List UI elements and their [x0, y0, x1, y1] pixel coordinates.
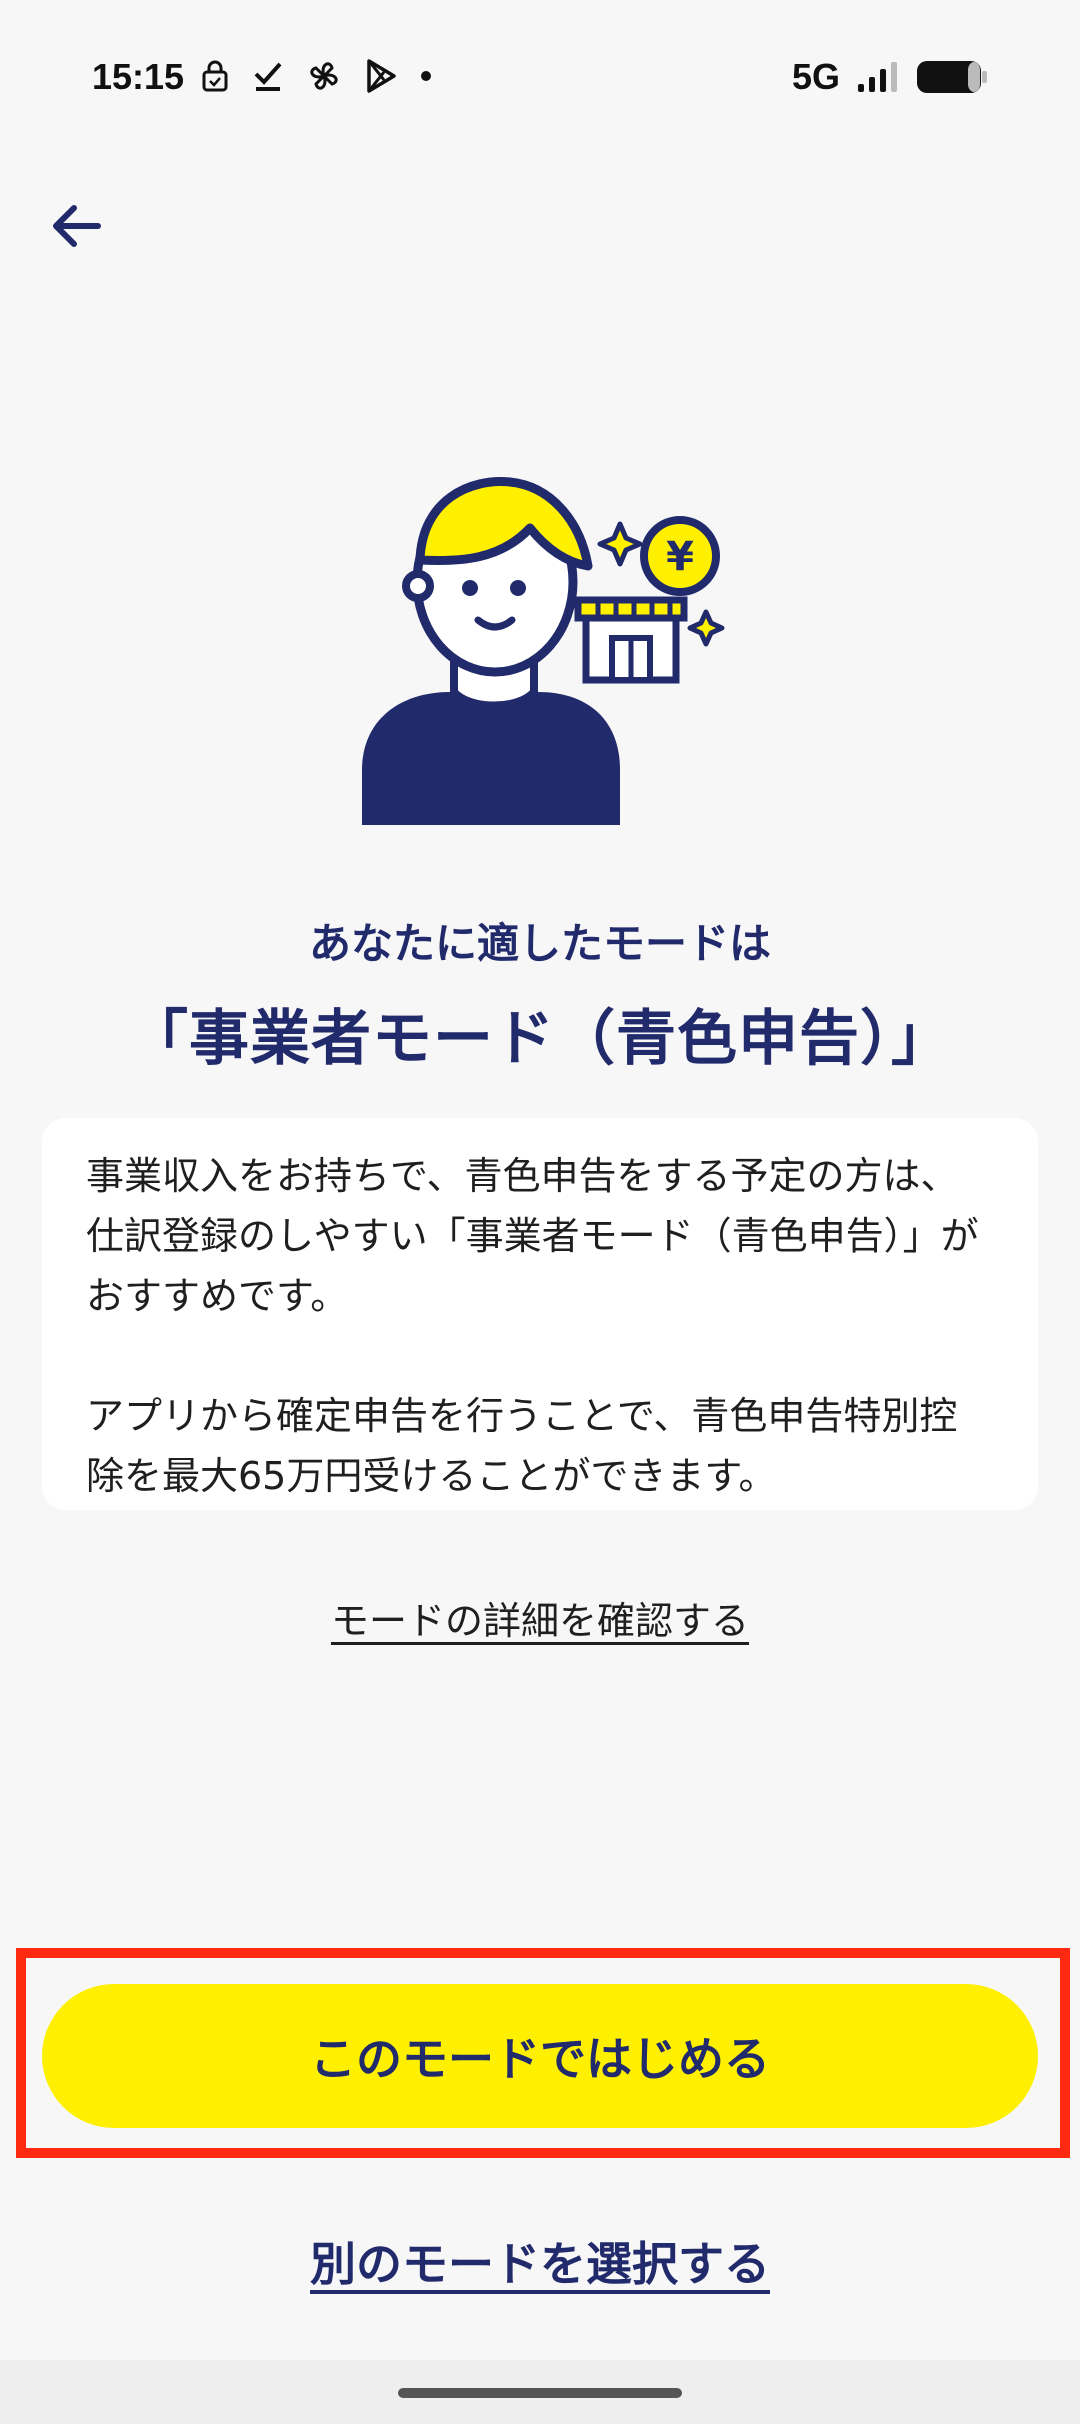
arrow-left-icon — [53, 205, 101, 247]
select-other-mode-link[interactable]: 別のモードを選択する — [310, 2237, 770, 2291]
mode-details-link-container: モードの詳細を確認する — [0, 1590, 1080, 1645]
signal-icon — [858, 62, 897, 92]
description-paragraph: アプリから確定申告を行うことで、青色申告特別控除を最大65万円受けることができま… — [86, 1394, 958, 1498]
dot-icon — [421, 71, 431, 81]
back-button[interactable] — [40, 190, 112, 262]
status-icons-left — [200, 58, 432, 94]
start-with-this-mode-button[interactable]: このモードではじめる — [42, 1984, 1038, 2128]
mode-details-link[interactable]: モードの詳細を確認する — [331, 1599, 749, 1643]
status-bar: 15:15 5G — [0, 0, 1080, 150]
page-title: 「事業者モード（青色申告）」 — [128, 1004, 952, 1074]
network-label: 5G — [791, 56, 840, 97]
description-paragraph: 事業収入をお持ちで、青色申告をする予定の方は、仕訳登録のしやすい「事業者モード（… — [86, 1154, 979, 1318]
pinwheel-icon — [310, 62, 338, 90]
yen-symbol: ¥ — [666, 534, 694, 580]
play-store-icon — [367, 59, 396, 93]
home-indicator[interactable] — [398, 2388, 682, 2398]
select-other-mode-link-container: 別のモードを選択する — [0, 2228, 1080, 2294]
description-card: 事業収入をお持ちで、青色申告をする予定の方は、仕訳登録のしやすい「事業者モード（… — [42, 1118, 1038, 1510]
battery-icon — [917, 61, 987, 93]
status-time: 15:15 — [92, 56, 185, 97]
check-icon — [254, 62, 282, 91]
status-icons-right: 5G — [792, 56, 988, 98]
subtitle: あなたに適したモードは — [308, 919, 771, 968]
lock-icon — [202, 60, 228, 92]
person-with-shop-illustration: ¥ — [362, 477, 725, 825]
